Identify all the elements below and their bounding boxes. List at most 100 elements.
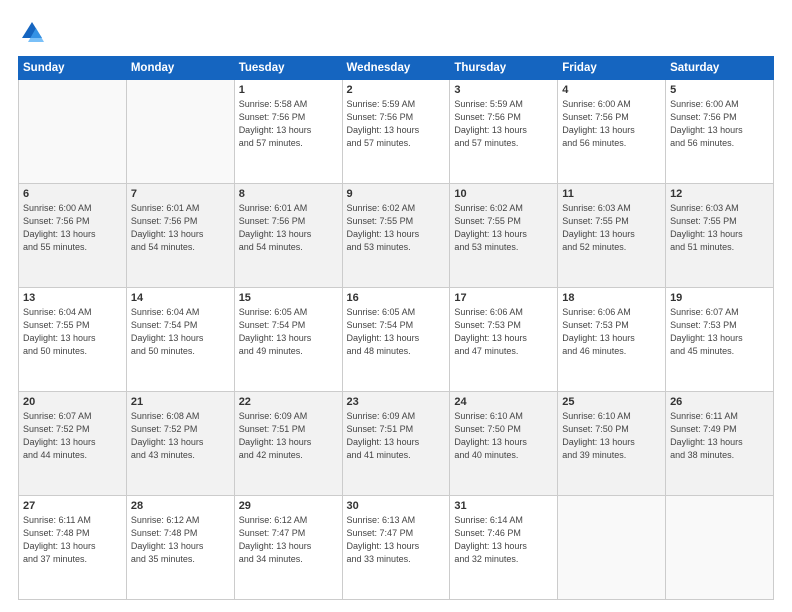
calendar-cell: 21 Sunrise: 6:08 AM Sunset: 7:52 PM Dayli… — [126, 392, 234, 496]
day-number: 2 — [347, 84, 446, 96]
weekday-header-monday: Monday — [126, 57, 234, 80]
weekday-header-tuesday: Tuesday — [234, 57, 342, 80]
day-info: Sunrise: 6:12 AM Sunset: 7:48 PM Dayligh… — [131, 514, 230, 566]
calendar-cell — [19, 80, 127, 184]
calendar-cell: 3 Sunrise: 5:59 AM Sunset: 7:56 PM Daylig… — [450, 80, 558, 184]
calendar-cell: 24Sunrise: 6:10 AM Sunset: 7:50 PM Dayli… — [450, 392, 558, 496]
day-number: 18 — [562, 292, 661, 304]
day-info: Sunrise: 6:00 AM Sunset: 7:56 PM Dayligh… — [562, 98, 661, 150]
calendar-cell: 14Sunrise: 6:04 AM Sunset: 7:54 PM Dayli… — [126, 288, 234, 392]
calendar-cell: 6Sunrise: 6:00 AM Sunset: 7:56 PM Daylig… — [19, 184, 127, 288]
page: SundayMondayTuesdayWednesdayThursdayFrid… — [0, 0, 792, 612]
day-info: Sunrise: 6:10 AM Sunset: 7:50 PM Dayligh… — [454, 410, 553, 462]
day-info: Sunrise: 6:01 AM Sunset: 7:56 PM Dayligh… — [239, 202, 338, 254]
calendar-table: SundayMondayTuesdayWednesdayThursdayFrid… — [18, 56, 774, 600]
calendar-cell: 25 Sunrise: 6:10 AM Sunset: 7:50 PM Dayli… — [558, 392, 666, 496]
calendar-cell: 5 Sunrise: 6:00 AM Sunset: 7:56 PM Daylig… — [666, 80, 774, 184]
day-number: 16 — [347, 292, 446, 304]
day-number: 11 — [562, 188, 661, 200]
week-row-3: 13 Sunrise: 6:04 AM Sunset: 7:55 PM Dayli… — [19, 288, 774, 392]
day-number: 29 — [239, 500, 338, 512]
day-info: Sunrise: 6:08 AM Sunset: 7:52 PM Dayligh… — [131, 410, 230, 462]
calendar-cell: 15 Sunrise: 6:05 AM Sunset: 7:54 PM Dayli… — [234, 288, 342, 392]
calendar-cell: 1Sunrise: 5:58 AM Sunset: 7:56 PM Daylig… — [234, 80, 342, 184]
day-info: Sunrise: 6:00 AM Sunset: 7:56 PM Dayligh… — [670, 98, 769, 150]
day-info: Sunrise: 6:04 AM Sunset: 7:54 PM Dayligh… — [131, 306, 230, 358]
day-number: 23 — [347, 396, 446, 408]
day-info: Sunrise: 6:10 AM Sunset: 7:50 PM Dayligh… — [562, 410, 661, 462]
day-info: Sunrise: 6:00 AM Sunset: 7:56 PM Dayligh… — [23, 202, 122, 254]
day-number: 9 — [347, 188, 446, 200]
weekday-header-saturday: Saturday — [666, 57, 774, 80]
day-info: Sunrise: 6:09 AM Sunset: 7:51 PM Dayligh… — [347, 410, 446, 462]
day-info: Sunrise: 6:03 AM Sunset: 7:55 PM Dayligh… — [670, 202, 769, 254]
day-info: Sunrise: 6:07 AM Sunset: 7:52 PM Dayligh… — [23, 410, 122, 462]
day-info: Sunrise: 6:05 AM Sunset: 7:54 PM Dayligh… — [239, 306, 338, 358]
day-info: Sunrise: 6:03 AM Sunset: 7:55 PM Dayligh… — [562, 202, 661, 254]
calendar-cell: 26 Sunrise: 6:11 AM Sunset: 7:49 PM Dayli… — [666, 392, 774, 496]
calendar-cell: 13 Sunrise: 6:04 AM Sunset: 7:55 PM Dayli… — [19, 288, 127, 392]
weekday-header-friday: Friday — [558, 57, 666, 80]
day-info: Sunrise: 6:06 AM Sunset: 7:53 PM Dayligh… — [454, 306, 553, 358]
day-info: Sunrise: 6:07 AM Sunset: 7:53 PM Dayligh… — [670, 306, 769, 358]
calendar-cell: 17 Sunrise: 6:06 AM Sunset: 7:53 PM Dayli… — [450, 288, 558, 392]
calendar-cell: 28 Sunrise: 6:12 AM Sunset: 7:48 PM Dayli… — [126, 496, 234, 600]
day-info: Sunrise: 6:13 AM Sunset: 7:47 PM Dayligh… — [347, 514, 446, 566]
day-number: 7 — [131, 188, 230, 200]
calendar-cell: 9 Sunrise: 6:02 AM Sunset: 7:55 PM Daylig… — [342, 184, 450, 288]
week-row-4: 20 Sunrise: 6:07 AM Sunset: 7:52 PM Dayli… — [19, 392, 774, 496]
calendar-cell: 11 Sunrise: 6:03 AM Sunset: 7:55 PM Dayli… — [558, 184, 666, 288]
day-info: Sunrise: 5:59 AM Sunset: 7:56 PM Dayligh… — [454, 98, 553, 150]
logo-icon — [18, 18, 46, 46]
day-number: 20 — [23, 396, 122, 408]
calendar-cell: 19 Sunrise: 6:07 AM Sunset: 7:53 PM Dayli… — [666, 288, 774, 392]
day-number: 10 — [454, 188, 553, 200]
day-number: 28 — [131, 500, 230, 512]
logo — [18, 18, 50, 46]
calendar-cell: 31 Sunrise: 6:14 AM Sunset: 7:46 PM Dayli… — [450, 496, 558, 600]
day-number: 21 — [131, 396, 230, 408]
day-info: Sunrise: 6:11 AM Sunset: 7:48 PM Dayligh… — [23, 514, 122, 566]
day-info: Sunrise: 6:04 AM Sunset: 7:55 PM Dayligh… — [23, 306, 122, 358]
day-number: 19 — [670, 292, 769, 304]
day-info: Sunrise: 6:11 AM Sunset: 7:49 PM Dayligh… — [670, 410, 769, 462]
calendar-cell — [126, 80, 234, 184]
day-info: Sunrise: 6:09 AM Sunset: 7:51 PM Dayligh… — [239, 410, 338, 462]
day-number: 25 — [562, 396, 661, 408]
week-row-2: 6Sunrise: 6:00 AM Sunset: 7:56 PM Daylig… — [19, 184, 774, 288]
day-info: Sunrise: 6:05 AM Sunset: 7:54 PM Dayligh… — [347, 306, 446, 358]
day-number: 22 — [239, 396, 338, 408]
day-number: 26 — [670, 396, 769, 408]
weekday-header-wednesday: Wednesday — [342, 57, 450, 80]
calendar-cell: 4 Sunrise: 6:00 AM Sunset: 7:56 PM Daylig… — [558, 80, 666, 184]
calendar-cell: 7Sunrise: 6:01 AM Sunset: 7:56 PM Daylig… — [126, 184, 234, 288]
day-number: 1 — [239, 84, 338, 96]
week-row-1: 1Sunrise: 5:58 AM Sunset: 7:56 PM Daylig… — [19, 80, 774, 184]
day-number: 31 — [454, 500, 553, 512]
calendar-cell: 8 Sunrise: 6:01 AM Sunset: 7:56 PM Daylig… — [234, 184, 342, 288]
day-number: 17 — [454, 292, 553, 304]
header — [18, 18, 774, 46]
day-number: 4 — [562, 84, 661, 96]
day-info: Sunrise: 6:02 AM Sunset: 7:55 PM Dayligh… — [454, 202, 553, 254]
day-info: Sunrise: 6:12 AM Sunset: 7:47 PM Dayligh… — [239, 514, 338, 566]
day-number: 3 — [454, 84, 553, 96]
calendar-cell: 12Sunrise: 6:03 AM Sunset: 7:55 PM Dayli… — [666, 184, 774, 288]
day-number: 5 — [670, 84, 769, 96]
calendar-cell: 29 Sunrise: 6:12 AM Sunset: 7:47 PM Dayli… — [234, 496, 342, 600]
day-info: Sunrise: 5:59 AM Sunset: 7:56 PM Dayligh… — [347, 98, 446, 150]
day-info: Sunrise: 6:02 AM Sunset: 7:55 PM Dayligh… — [347, 202, 446, 254]
day-info: Sunrise: 6:14 AM Sunset: 7:46 PM Dayligh… — [454, 514, 553, 566]
day-number: 8 — [239, 188, 338, 200]
day-info: Sunrise: 6:06 AM Sunset: 7:53 PM Dayligh… — [562, 306, 661, 358]
calendar-cell — [666, 496, 774, 600]
calendar-cell: 30 Sunrise: 6:13 AM Sunset: 7:47 PM Dayli… — [342, 496, 450, 600]
calendar-cell: 10 Sunrise: 6:02 AM Sunset: 7:55 PM Dayli… — [450, 184, 558, 288]
calendar-cell: 22 Sunrise: 6:09 AM Sunset: 7:51 PM Dayli… — [234, 392, 342, 496]
calendar-cell: 2 Sunrise: 5:59 AM Sunset: 7:56 PM Daylig… — [342, 80, 450, 184]
day-number: 15 — [239, 292, 338, 304]
day-number: 30 — [347, 500, 446, 512]
day-number: 13 — [23, 292, 122, 304]
weekday-header-thursday: Thursday — [450, 57, 558, 80]
calendar-cell: 18 Sunrise: 6:06 AM Sunset: 7:53 PM Dayli… — [558, 288, 666, 392]
